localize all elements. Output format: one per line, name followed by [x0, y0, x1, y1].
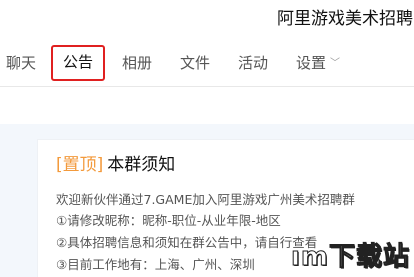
tab-activity[interactable]: 活动	[238, 46, 268, 80]
divider	[0, 86, 414, 87]
announcement-line: ②具体招聘信息和须知在群公告中，请自行查看	[56, 235, 318, 250]
tab-announcement[interactable]: 公告	[51, 45, 106, 81]
announcement-line: 欢迎新伙伴通过7.GAME加入阿里游戏广州美术招聘群	[56, 192, 355, 207]
announcement-line: ①请修改昵称：昵称-职位-从业年限-地区	[56, 213, 281, 228]
watermark-logo: ım下载站	[290, 242, 410, 273]
tab-chat[interactable]: 聊天	[6, 46, 36, 80]
announcement-line: ③目前工作地有：上海、广州、深圳	[56, 257, 255, 272]
announcement-title-text: 本群须知	[107, 155, 176, 175]
group-title: 阿里游戏美术招聘	[277, 9, 413, 29]
tab-settings-label: 设置	[296, 54, 327, 72]
tab-settings[interactable]: 设置 ﹀	[296, 46, 340, 80]
announcement-title[interactable]: [置顶] 本群须知	[56, 150, 175, 175]
tab-album[interactable]: 相册	[122, 46, 152, 80]
tab-bar: 聊天 公告 相册 文件 活动 设置 ﹀	[0, 45, 414, 81]
chevron-down-icon: ﹀	[330, 58, 341, 69]
pinned-badge: [置顶]	[56, 155, 104, 175]
tab-files[interactable]: 文件	[180, 46, 210, 80]
